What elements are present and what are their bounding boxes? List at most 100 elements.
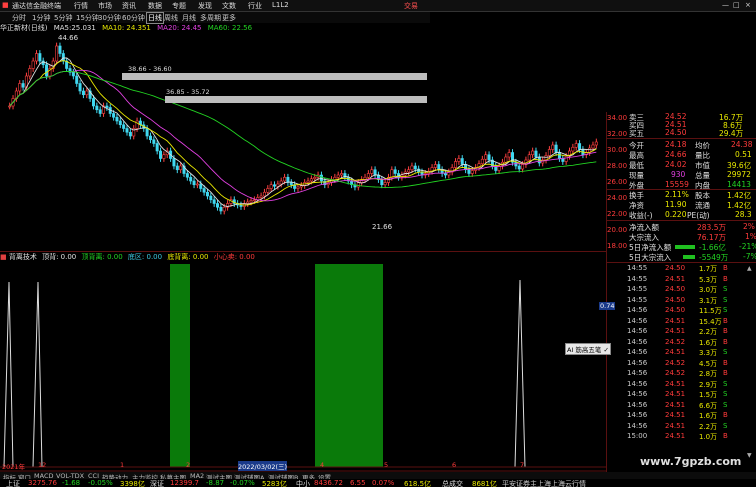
zx-value: 8436.72: [314, 479, 343, 487]
tick-row: 14:56 24.51 3.3万 S: [607, 348, 756, 358]
period-60m[interactable]: 60分钟: [122, 13, 145, 23]
candle-body: [410, 165, 414, 171]
tick-time: 14:56: [627, 358, 648, 367]
candle-body: [55, 45, 59, 62]
menu-market[interactable]: 市场: [98, 1, 112, 11]
tick-side: S: [723, 421, 728, 430]
tick-row: 14:56 24.51 15.4万 B: [607, 317, 756, 327]
candle-body: [61, 53, 65, 62]
signal-block-2: [315, 264, 383, 467]
tick-row: 14:55 24.50 3.1万 S: [607, 296, 756, 306]
tick-volume: 5.3万: [699, 275, 718, 284]
candle-body: [273, 184, 277, 187]
period-5m[interactable]: 5分钟: [54, 13, 72, 23]
tick-time: 14:56: [627, 411, 648, 419]
zone1-bar: [122, 73, 427, 80]
kline-chart[interactable]: 华正新材(日线) MA5:25.031 MA10: 24.351 MA20: 2…: [0, 23, 627, 251]
close-icon[interactable]: ×: [745, 1, 751, 9]
menu-discover[interactable]: 发现: [198, 1, 212, 11]
tick-row: 14:55 24.50 1.7万 B: [607, 264, 756, 274]
inner-value: 14413: [727, 180, 751, 189]
tick-row: 14:56 24.52 2.8万 B: [607, 369, 756, 379]
tick-side: S: [723, 348, 728, 356]
minimize-icon[interactable]: —: [722, 1, 729, 9]
menu-news[interactable]: 资讯: [122, 1, 136, 11]
indicator-icon: ■: [0, 253, 7, 261]
period-fs[interactable]: 分时: [12, 13, 26, 23]
price-mark: 0.74: [599, 302, 616, 310]
zx-label: 中小: [296, 480, 310, 487]
menu-hq[interactable]: 行情: [74, 1, 88, 11]
candle-body: [564, 155, 568, 162]
quote-panel: 卖三 24.52 16.7万 买四 24.51 8.6万 买五 24.50 29.4万 今开…: [606, 112, 756, 472]
candle-body: [309, 178, 313, 182]
candle-body: [212, 199, 216, 204]
nav-value: 11.90: [665, 200, 687, 209]
tick-time: 14:56: [627, 337, 648, 346]
period-more[interactable]: 更多: [222, 13, 236, 23]
signal-block-1: [170, 264, 190, 467]
tick-volume: 2.2万: [699, 328, 718, 336]
ind-item-3: 底区: 0.00: [127, 253, 163, 261]
candle-body: [383, 182, 387, 186]
menu-l1l2[interactable]: L1L2: [272, 1, 289, 9]
tick-volume: 4.5万: [699, 359, 718, 368]
candle-body: [91, 98, 95, 107]
ind-item-1: 顶背: 0.00: [42, 253, 77, 261]
candle-body: [521, 164, 525, 170]
tick-volume: 3.0万: [699, 286, 718, 294]
candle-body: [336, 174, 340, 178]
date-1: 12: [38, 461, 47, 469]
zone2-label: 36.85 - 35.72: [166, 88, 210, 96]
bid5-price: 24.50: [665, 128, 687, 137]
tick-row: 14:56 24.51 6.6万 S: [607, 401, 756, 411]
menu-doc[interactable]: 文数: [222, 1, 236, 11]
trade-button[interactable]: 交易: [404, 1, 418, 11]
tick-time: 14:56: [627, 400, 648, 409]
tick-row: 14:56 24.51 2.2万 S: [607, 422, 756, 432]
outer-value: 15559: [665, 180, 689, 189]
tick-volume: 11.5万: [699, 307, 722, 315]
candle-body: [152, 139, 156, 144]
candle-body: [31, 60, 35, 69]
tick-price: 24.52: [665, 358, 686, 367]
indicator-chart[interactable]: [0, 262, 606, 472]
tick-time: 14:56: [627, 348, 648, 356]
tick-time: 14:56: [627, 379, 648, 388]
tick-side: B: [723, 432, 728, 440]
bigin5-pct: -7%: [743, 252, 756, 261]
menu-industry[interactable]: 行业: [248, 1, 262, 11]
candle-body: [175, 165, 179, 171]
menu-data[interactable]: 数据: [148, 1, 162, 11]
tick-volume: 1.0万: [699, 433, 718, 441]
period-multi[interactable]: 多周期: [200, 13, 221, 23]
period-30m[interactable]: 30分钟: [98, 13, 121, 23]
period-month[interactable]: 月线: [182, 13, 196, 23]
tick-scroll-down-icon[interactable]: ▼: [747, 452, 752, 459]
ai-popup-button[interactable]: AI 筋高五笔 ✓: [565, 343, 611, 355]
tick-scroll-up-icon[interactable]: ▲: [747, 265, 752, 272]
candle-body: [95, 105, 99, 111]
period-15m[interactable]: 15分钟: [76, 13, 99, 23]
netin5-bar: [675, 245, 695, 249]
period-week[interactable]: 周线: [164, 13, 178, 23]
candle-body: [340, 173, 344, 176]
period-1m[interactable]: 1分钟: [32, 13, 50, 23]
tick-price: 24.51: [665, 400, 686, 409]
candle-body: [276, 183, 280, 187]
candle-body: [266, 188, 270, 193]
candle-body: [249, 200, 253, 203]
tick-volume: 1.6万: [699, 338, 718, 347]
candle-body: [551, 144, 555, 150]
tick-row: 15:00 24.51 1.0万 B: [607, 432, 756, 442]
candle-body: [484, 154, 488, 160]
maximize-icon[interactable]: □: [733, 1, 740, 9]
menu-topic[interactable]: 专题: [172, 1, 186, 11]
candle-body: [71, 71, 75, 77]
candle-body: [296, 186, 300, 189]
netin-pct: 2%: [743, 222, 755, 231]
date-4: 2022/03/02(三): [238, 461, 288, 471]
high-value: 24.66: [665, 150, 687, 159]
tick-time: 14:55: [627, 274, 648, 283]
candle-body: [8, 105, 12, 108]
